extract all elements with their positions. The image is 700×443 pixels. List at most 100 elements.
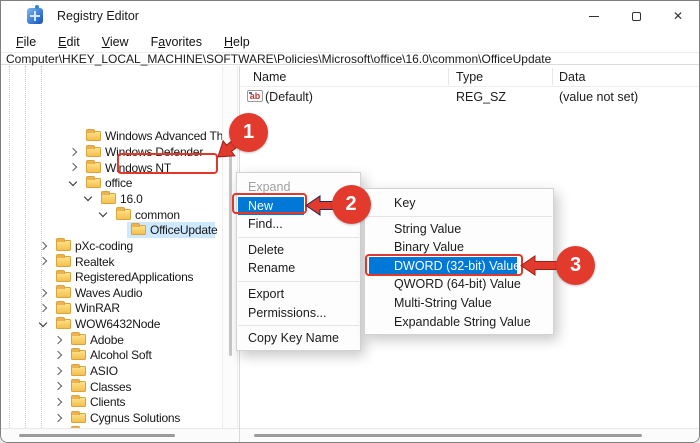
tree-item-officeupdate[interactable]: OfficeUpdate <box>1 222 222 238</box>
tree-item-adobe[interactable]: Adobe <box>1 332 222 348</box>
step-2-balloon: 2 <box>331 185 371 224</box>
tree-item-waves-audio[interactable]: Waves Audio <box>1 285 222 301</box>
menu-item-expandable-string-value[interactable]: Expandable String Value <box>365 313 553 332</box>
folder-icon <box>86 160 101 173</box>
column-header-name[interactable]: Name <box>253 70 286 84</box>
menu-item-permissions[interactable]: Permissions... <box>237 304 360 323</box>
menubar-item-view[interactable]: View <box>91 35 140 49</box>
folder-icon <box>71 395 86 408</box>
chevron-right-icon[interactable] <box>53 397 63 407</box>
tree-item-office[interactable]: office <box>1 175 222 191</box>
chevron-right-icon[interactable] <box>53 382 63 391</box>
value-type-cell: REG_SZ <box>456 90 507 104</box>
menu-item-label: QWORD (64-bit) Value <box>394 277 521 292</box>
menubar-item-edit[interactable]: Edit <box>47 35 91 49</box>
menubar-item-favorites[interactable]: Favorites <box>140 35 213 49</box>
chevron-right-icon[interactable] <box>38 303 48 313</box>
column-header-type[interactable]: Type <box>456 70 483 84</box>
list-horizontal-scrollbar[interactable] <box>240 428 699 442</box>
chevron-right-icon[interactable] <box>68 147 78 156</box>
menu-item-label: Export <box>248 286 285 301</box>
tree-item-registeredapplications[interactable]: RegisteredApplications <box>1 269 222 285</box>
tree-item-common[interactable]: common <box>1 207 222 223</box>
menu-separator <box>238 325 359 327</box>
chevron-right-icon[interactable] <box>38 288 48 297</box>
value-data-cell: (value not set) <box>559 90 639 104</box>
column-separator[interactable] <box>448 68 449 85</box>
chevron-down-icon[interactable] <box>38 318 48 327</box>
folder-icon <box>71 348 86 361</box>
column-separator[interactable] <box>552 68 553 85</box>
column-header-row: Name Type Data <box>240 66 699 87</box>
chevron-right-icon[interactable] <box>38 257 48 266</box>
tree-item-pxc-coding[interactable]: pXc-coding <box>1 238 222 254</box>
close-button[interactable]: ✕ <box>657 1 699 31</box>
step-1-highlight-box <box>116 152 218 174</box>
window-title: Registry Editor <box>57 9 139 23</box>
menubar-item-help[interactable]: Help <box>213 35 261 49</box>
chevron-right-icon[interactable] <box>53 413 63 423</box>
scrollbar-thumb[interactable] <box>254 434 642 437</box>
menu-bar: File Edit View Favorites Help <box>1 31 699 52</box>
column-header-data[interactable]: Data <box>559 70 585 84</box>
folder-icon <box>86 144 101 158</box>
menu-item-export[interactable]: Export <box>237 285 360 304</box>
tree-item-asio[interactable]: ASIO <box>1 363 222 379</box>
minimize-button[interactable] <box>573 1 615 31</box>
tree-item-classes[interactable]: Classes <box>1 379 222 395</box>
menu-item-multi-string-value[interactable]: Multi-String Value <box>365 294 553 313</box>
chevron-right-icon[interactable] <box>53 366 63 376</box>
menu-item-copy-key-name[interactable]: Copy Key Name <box>237 329 360 348</box>
menu-item-rename[interactable]: Rename <box>237 259 360 278</box>
tree-item-label: RegisteredApplications <box>75 270 194 285</box>
tree-item-16-0[interactable]: 16.0 <box>1 191 222 207</box>
menu-item-key[interactable]: Key <box>365 194 553 213</box>
tree-item-cygnus-solutions[interactable]: Cygnus Solutions <box>1 410 222 426</box>
scrollbar-thumb[interactable] <box>229 156 232 356</box>
folder-icon <box>71 332 86 345</box>
folder-icon <box>71 363 86 377</box>
chevron-right-icon[interactable] <box>53 335 63 344</box>
menu-item-delete[interactable]: Delete <box>237 241 360 260</box>
tree-item-clients[interactable]: Clients <box>1 394 222 410</box>
tree-item-label: pXc-coding <box>75 238 134 253</box>
maximize-icon <box>631 11 641 21</box>
scrollbar-thumb[interactable] <box>19 434 175 437</box>
folder-icon <box>131 222 146 236</box>
menu-item-string-value[interactable]: String Value <box>365 220 553 239</box>
tree-item-label: 16.0 <box>120 191 143 206</box>
tree-item-realtek[interactable]: Realtek <box>1 254 222 270</box>
tree-item-alcohol-soft[interactable]: Alcohol Soft <box>1 347 222 363</box>
value-name-cell: (Default) <box>265 90 313 104</box>
menu-separator <box>366 215 552 217</box>
menu-item-label: Find... <box>248 217 283 232</box>
chevron-down-icon[interactable] <box>98 208 108 218</box>
table-row[interactable]: (Default) REG_SZ (value not set) <box>240 88 699 105</box>
tree-item-windows-advanced-threa[interactable]: Windows Advanced Threa <box>1 128 222 144</box>
tree-item-label: office <box>105 176 133 191</box>
menu-item-label: Permissions... <box>248 305 327 320</box>
tree-item-winrar[interactable]: WinRAR <box>1 300 222 316</box>
folder-icon <box>71 410 86 424</box>
tree-item-wow6432node[interactable]: WOW6432Node <box>1 316 222 332</box>
address-bar[interactable]: Computer\HKEY_LOCAL_MACHINE\SOFTWARE\Pol… <box>1 52 699 65</box>
chevron-down-icon[interactable] <box>68 177 78 187</box>
chevron-down-icon[interactable] <box>83 193 93 202</box>
folder-icon <box>86 128 101 142</box>
folder-icon <box>56 254 71 267</box>
folder-icon <box>56 269 71 283</box>
step-2-highlight-box <box>231 192 307 214</box>
maximize-button[interactable] <box>615 1 657 31</box>
menu-item-qword-64-bit-value[interactable]: QWORD (64-bit) Value <box>365 275 553 294</box>
chevron-right-icon[interactable] <box>53 350 63 360</box>
menu-item-label: Key <box>394 196 416 210</box>
menu-item-label: Multi-String Value <box>394 295 492 310</box>
menubar-item-file[interactable]: File <box>5 35 47 49</box>
close-icon: ✕ <box>672 9 684 23</box>
tree-item-label: Adobe <box>90 332 124 347</box>
chevron-right-icon[interactable] <box>68 163 78 172</box>
chevron-right-icon[interactable] <box>38 241 48 250</box>
tree-horizontal-scrollbar[interactable] <box>1 428 239 442</box>
string-value-icon <box>247 90 263 102</box>
registry-editor-icon <box>27 5 43 24</box>
